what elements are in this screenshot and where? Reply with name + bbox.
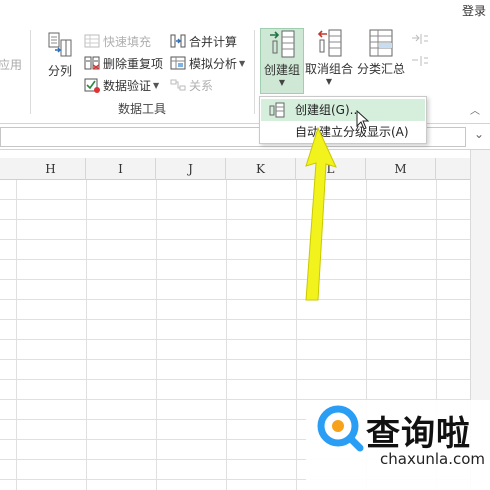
expand-formula-bar-icon[interactable]: ⌄: [474, 127, 484, 141]
data-validation-button[interactable]: 数据验证 ▼: [84, 76, 159, 94]
faded-group-label: 应用: [0, 58, 23, 72]
collapse-ribbon-icon[interactable]: ︿: [470, 102, 480, 117]
flash-fill-label: 快速填充: [103, 34, 152, 49]
group-icon: [268, 29, 296, 59]
menu-item-group[interactable]: 创建组(G)...: [261, 99, 425, 121]
search-logo-icon: [314, 402, 366, 454]
group-icon: [269, 102, 285, 118]
relationships-label: 关系: [189, 78, 214, 93]
watermark: 查询啦 chaxunla.com: [306, 400, 490, 490]
what-if-analysis-button[interactable]: 模拟分析 ▼: [170, 54, 245, 72]
group-label: 创建组: [263, 63, 300, 77]
group-separator: [30, 30, 31, 114]
data-validation-label: 数据验证: [103, 78, 152, 93]
column-header[interactable]: I: [86, 158, 156, 180]
relationships-icon: [170, 77, 186, 93]
login-link[interactable]: 登录: [462, 2, 486, 19]
ungroup-button[interactable]: 取消组合 ▼: [304, 28, 354, 94]
subtotal-icon: [367, 28, 395, 58]
what-if-analysis-label: 模拟分析: [189, 56, 238, 71]
column-header[interactable]: H: [16, 158, 86, 180]
group-separator: [254, 30, 255, 114]
mouse-cursor-icon: [356, 109, 370, 130]
remove-duplicates-button[interactable]: 删除重复项: [84, 54, 163, 72]
text-to-columns-icon: [46, 30, 74, 60]
data-tools-group-label: 数据工具: [118, 102, 167, 116]
ungroup-label: 取消组合: [304, 62, 353, 76]
flash-fill-icon: [84, 33, 100, 49]
menu-item-auto-outline-label: 自动建立分级显示(A): [295, 125, 409, 139]
group-dropdown-menu: 创建组(G)... 自动建立分级显示(A): [259, 96, 427, 144]
subtotal-label: 分类汇总: [356, 62, 405, 76]
menu-item-group-label: 创建组(G)...: [295, 103, 362, 117]
watermark-logo-text: 查询啦: [366, 414, 471, 454]
flash-fill-button[interactable]: 快速填充: [84, 32, 151, 50]
subtotal-button[interactable]: 分类汇总: [356, 28, 406, 84]
text-to-columns-label: 分列: [47, 64, 72, 78]
consolidate-icon: [170, 33, 186, 49]
column-header[interactable]: L: [296, 158, 366, 180]
chevron-down-icon: ▼: [153, 80, 160, 90]
ungroup-icon: [315, 28, 343, 58]
column-header[interactable]: K: [226, 158, 296, 180]
remove-duplicates-icon: [84, 55, 100, 71]
relationships-button[interactable]: 关系: [170, 76, 213, 94]
column-header[interactable]: J: [156, 158, 226, 180]
what-if-analysis-icon: [170, 55, 186, 71]
remove-duplicates-label: 删除重复项: [103, 56, 164, 71]
group-button[interactable]: 创建组 ▼: [260, 28, 304, 94]
column-header[interactable]: M: [366, 158, 436, 180]
watermark-url: chaxunla.com: [380, 450, 485, 468]
text-to-columns-button[interactable]: 分列: [40, 30, 80, 86]
data-validation-icon: [84, 77, 100, 93]
menu-item-auto-outline[interactable]: 自动建立分级显示(A): [261, 121, 425, 143]
chevron-down-icon: ▼: [278, 78, 286, 87]
chevron-down-icon: ▼: [239, 58, 246, 68]
consolidate-label: 合并计算: [189, 34, 238, 49]
chevron-down-icon: ▼: [325, 77, 333, 86]
consolidate-button[interactable]: 合并计算: [170, 32, 237, 50]
outline-settings-icons: [410, 32, 428, 94]
column-header-row: H I J K L M: [0, 158, 470, 180]
